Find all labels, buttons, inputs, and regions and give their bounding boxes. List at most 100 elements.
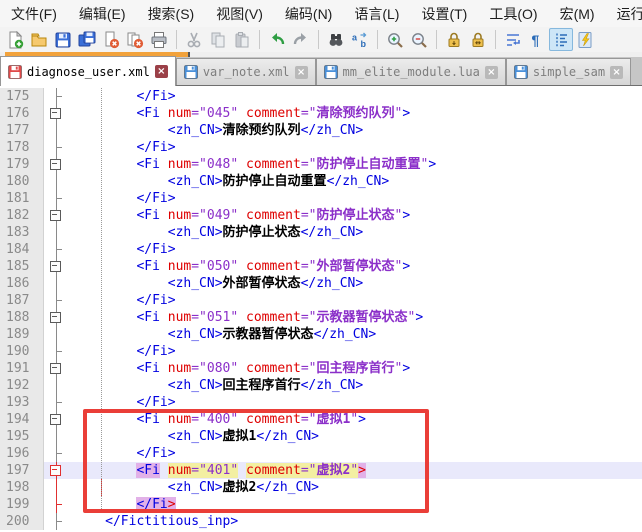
code-line-190[interactable]: 190 </Fi> [0,343,642,360]
menu-file[interactable]: 文件(F) [0,4,68,24]
fold-marker[interactable] [44,411,66,428]
cut-icon[interactable] [182,28,206,51]
fold-guide [44,173,66,190]
code-line-178[interactable]: 178 </Fi> [0,139,642,156]
copy-icon[interactable] [206,28,230,51]
code-line-196[interactable]: 196 </Fi> [0,445,642,462]
code-token: <Fi [66,106,168,121]
line-number: 200 [0,513,44,530]
save-all-icon[interactable] [75,28,99,51]
menu-run[interactable]: 运行(R) [606,4,642,24]
fold-collapse-icon[interactable] [50,465,61,476]
code-line-182[interactable]: 182 <Fi num="049" comment="防护停止状态"> [0,207,642,224]
menu-view[interactable]: 视图(V) [205,4,274,24]
code-token [238,412,246,427]
code-token: > [402,361,410,376]
code-token: </Fi> [66,293,176,308]
code-line-192[interactable]: 192 <zh_CN>回主程序首行</zh_CN> [0,377,642,394]
zoom-out-icon[interactable] [407,28,431,51]
show-indent-guide-icon[interactable] [549,28,573,51]
fold-marker[interactable] [44,105,66,122]
code-text: <Fi num="048" comment="防护停止自动重置"> [66,156,642,173]
code-line-198[interactable]: 198 <zh_CN>虚拟2</zh_CN> [0,479,642,496]
menu-macro[interactable]: 宏(M) [549,4,606,24]
code-token: num [168,310,191,325]
tab-close-icon[interactable]: × [155,65,168,78]
code-line-189[interactable]: 189 <zh_CN>示教器暂停状态</zh_CN> [0,326,642,343]
code-area[interactable]: 175 </Fi>176 <Fi num="045" comment="清除预约… [0,86,642,530]
fold-marker[interactable] [44,156,66,173]
find-icon[interactable] [324,28,348,51]
code-token: comment [246,106,301,121]
zoom-in-icon[interactable] [383,28,407,51]
tab-close-icon[interactable]: × [610,66,623,79]
code-line-176[interactable]: 176 <Fi num="045" comment="清除预约队列"> [0,105,642,122]
toolbar-separator [318,30,319,49]
code-text: <Fi num="080" comment="回主程序首行"> [66,360,642,377]
code-line-188[interactable]: 188 <Fi num="051" comment="示教器暂停状态"> [0,309,642,326]
print-icon[interactable] [147,28,171,51]
code-line-184[interactable]: 184 </Fi> [0,241,642,258]
code-line-200[interactable]: 200 </Fictitious_inp> [0,513,642,530]
menu-encoding[interactable]: 编码(N) [274,4,343,24]
code-line-187[interactable]: 187 </Fi> [0,292,642,309]
code-line-195[interactable]: 195 <zh_CN>虚拟1</zh_CN> [0,428,642,445]
code-line-181[interactable]: 181 </Fi> [0,190,642,207]
save-icon[interactable] [51,28,75,51]
code-line-186[interactable]: 186 <zh_CN>外部暂停状态</zh_CN> [0,275,642,292]
menu-settings[interactable]: 设置(T) [410,4,478,24]
tab-mm-elite-module-lua[interactable]: mm_elite_module.lua× [316,58,506,85]
sync-vertical-scroll-icon[interactable] [442,28,466,51]
close-all-icon[interactable] [123,28,147,51]
fold-collapse-icon[interactable] [50,312,61,323]
code-line-199[interactable]: 199 </Fi> [0,496,642,513]
code-text: </Fi> [66,190,642,207]
file-saved-icon [184,65,198,79]
fold-marker[interactable] [44,258,66,275]
new-file-icon[interactable] [3,28,27,51]
tab-close-icon[interactable]: × [295,66,308,79]
code-line-193[interactable]: 193 </Fi> [0,394,642,411]
fold-collapse-icon[interactable] [50,261,61,272]
fold-marker[interactable] [44,207,66,224]
fold-marker[interactable] [44,360,66,377]
menu-language[interactable]: 语言(L) [343,4,410,24]
redo-icon[interactable] [289,28,313,51]
fold-collapse-icon[interactable] [50,159,61,170]
fold-collapse-icon[interactable] [50,210,61,221]
code-line-175[interactable]: 175 </Fi> [0,88,642,105]
fold-marker[interactable] [44,462,66,479]
word-wrap-icon[interactable] [501,28,525,51]
macro-lightning-icon[interactable] [573,28,597,51]
replace-icon[interactable]: ab [348,28,372,51]
tab-simple-sam[interactable]: simple_sam× [506,58,631,85]
code-line-191[interactable]: 191 <Fi num="080" comment="回主程序首行"> [0,360,642,377]
sync-horizontal-scroll-icon[interactable] [466,28,490,51]
code-line-197[interactable]: 197 <Fi num="401" comment="虚拟2"> [0,462,642,479]
close-file-icon[interactable] [99,28,123,51]
tab-var-note-xml[interactable]: var_note.xml× [176,58,316,85]
code-line-185[interactable]: 185 <Fi num="050" comment="外部暂停状态"> [0,258,642,275]
fold-collapse-icon[interactable] [50,363,61,374]
code-line-177[interactable]: 177 <zh_CN>清除预约队列</zh_CN> [0,122,642,139]
code-line-179[interactable]: 179 <Fi num="048" comment="防护停止自动重置"> [0,156,642,173]
undo-icon[interactable] [265,28,289,51]
fold-collapse-icon[interactable] [50,414,61,425]
tab-close-icon[interactable]: × [485,66,498,79]
fold-guide [44,513,66,530]
menu-tools[interactable]: 工具(O) [478,4,548,24]
line-number: 184 [0,241,44,258]
code-line-183[interactable]: 183 <zh_CN>防护停止状态</zh_CN> [0,224,642,241]
fold-marker[interactable] [44,309,66,326]
code-line-180[interactable]: 180 <zh_CN>防护停止自动重置</zh_CN> [0,173,642,190]
menu-search[interactable]: 搜索(S) [137,4,206,24]
paste-icon[interactable] [230,28,254,51]
menu-edit[interactable]: 编辑(E) [68,4,137,24]
editor[interactable]: 175 </Fi>176 <Fi num="045" comment="清除预约… [0,86,642,532]
fold-collapse-icon[interactable] [50,108,61,119]
code-line-194[interactable]: 194 <Fi num="400" comment="虚拟1"> [0,411,642,428]
line-number: 181 [0,190,44,207]
open-folder-icon[interactable] [27,28,51,51]
show-all-chars-icon[interactable]: ¶ [525,28,549,51]
tab-diagnose-user-xml[interactable]: diagnose_user.xml× [0,56,176,86]
